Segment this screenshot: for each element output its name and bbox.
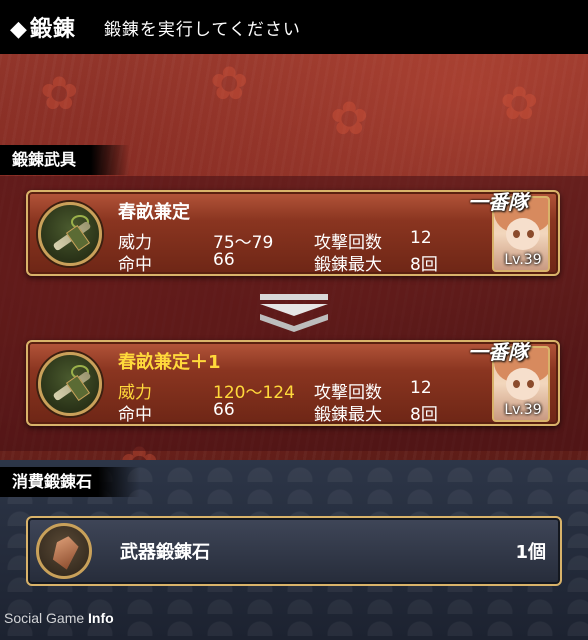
material-count: 1個: [515, 542, 546, 563]
watermark-text: Social Game: [4, 610, 89, 626]
level-badge: Lv.39: [504, 402, 542, 418]
material-name: 武器鍛錬石: [120, 542, 210, 563]
material-card[interactable]: 武器鍛錬石 1個: [26, 516, 562, 586]
sword-icon: [38, 352, 102, 416]
watermark: Social Game Info: [4, 610, 114, 626]
instruction-text: 鍛錬を実行してください: [103, 19, 301, 40]
squad-badge: 一番隊: [468, 340, 528, 364]
stat-value-accuracy: 66: [213, 400, 235, 420]
section-label-weapon: 鍛錬武具: [0, 145, 130, 175]
level-badge: Lv.39: [504, 252, 542, 268]
maple-leaf-icon: ✿: [330, 91, 369, 145]
stat-label-max-forge: 鍛錬最大: [314, 255, 382, 275]
weapon-name: 春畝兼定＋1: [118, 352, 221, 373]
maple-leaf-icon: ✿: [210, 56, 249, 110]
stat-label-accuracy: 命中: [118, 405, 152, 425]
stat-value-max-forge: 8回: [410, 255, 438, 275]
header-bar: 鍛錬 鍛錬を実行してください: [0, 0, 588, 54]
forging-stone-icon: [36, 523, 92, 579]
screen-title: 鍛錬: [10, 11, 76, 43]
stat-label-accuracy: 命中: [118, 255, 152, 275]
forged-weapon-card[interactable]: 春畝兼定＋1 威力 120～124 攻撃回数 12 命中 66 鍛錬最大 8回 …: [26, 340, 560, 426]
stat-value-max-forge: 8回: [410, 405, 438, 425]
squad-badge: 一番隊: [468, 190, 528, 214]
weapon-name: 春畝兼定: [118, 202, 190, 223]
sword-icon: [38, 202, 102, 266]
watermark-text-bold: Info: [88, 610, 114, 626]
maple-leaf-icon: ✿: [500, 76, 539, 130]
maple-leaf-icon: ✿: [40, 66, 79, 120]
stat-label-max-forge: 鍛錬最大: [314, 405, 382, 425]
stat-value-hits: 12: [410, 378, 432, 398]
chevron-down-icon: [260, 294, 328, 332]
stat-value-hits: 12: [410, 228, 432, 248]
stat-value-accuracy: 66: [213, 250, 235, 270]
section-label-material: 消費鍛錬石: [0, 467, 140, 497]
current-weapon-card[interactable]: 春畝兼定 威力 75～79 攻撃回数 12 命中 66 鍛錬最大 8回 Lv.3…: [26, 190, 560, 276]
